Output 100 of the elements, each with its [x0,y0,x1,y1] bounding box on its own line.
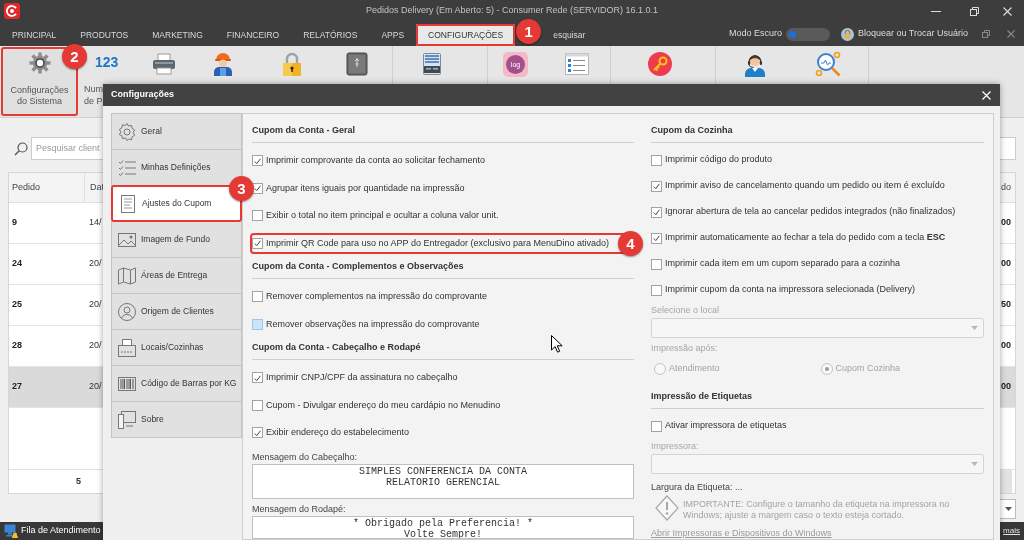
checkbox[interactable] [252,155,263,167]
more-link[interactable]: mais [1003,525,1020,537]
person-icon [117,301,137,322]
checkbox-label[interactable]: Imprimir automaticamente ao fechar a tela do pedido com a tecla ESC [665,231,946,245]
menu-tab[interactable]: FINANCEIRO [214,24,292,46]
checkbox-label[interactable]: Imprimir código do produto [665,153,773,167]
nav-item[interactable]: Geral [111,113,242,150]
toolbar-label: Num de P [84,83,103,107]
checkbox-label[interactable]: Exibir endereço do estabelecimento [266,426,410,440]
menu-tab[interactable]: CONFIGURAÇÕES [416,24,516,46]
dark-mode-toggle[interactable] [785,27,830,41]
menu-tab[interactable]: PRODUTOS [68,24,141,46]
nav-item[interactable]: Código de Barras por KG [111,365,242,402]
checkbox[interactable] [651,180,662,192]
table-cell-text: 25 [11,298,22,312]
checkbox[interactable] [651,232,662,244]
checkbox[interactable] [252,237,263,249]
numbers-button[interactable]: 123 [95,55,119,69]
table-cell-text: 24 [11,257,22,271]
checkbox-label[interactable]: Imprimir cupom da conta na impressora selecionada (Delivery) [665,283,916,297]
menu-tab[interactable]: RELATÓRIOS [291,24,370,46]
checkbox-label[interactable]: Remover observações na impressão do comprovante [266,317,480,331]
checkbox[interactable] [252,372,263,384]
search-icon [14,141,28,156]
checkbox-label[interactable]: Imprimir CNPJ/CPF da assinatura no cabeçalho [266,371,458,385]
key-icon[interactable] [648,52,672,76]
checkbox-label[interactable]: Imprimir cada item em um cupom separado para a cozinha [665,257,901,271]
checkbox-label[interactable]: Ignorar abertura de tela ao cancelar pedidos integrados (não finalizados) [665,205,956,219]
monitor-bell-icon[interactable] [4,524,18,538]
message-field[interactable]: SIMPLES CONFERENCIA DA CONTA RELATORIO GERENCIAL [252,463,634,499]
table-cell-text: 20/ [88,339,102,353]
menu-tab[interactable]: PRINCIPAL [0,24,69,46]
checkmark-icon [653,209,660,215]
checkmark-icon [254,240,261,247]
checkbox[interactable] [651,206,662,218]
magnifier-icon[interactable] [815,51,841,77]
checkbox[interactable] [651,420,662,432]
scrollbar-thumb[interactable] [1000,470,1012,493]
checkbox[interactable] [651,284,662,296]
search-field[interactable] [1000,137,1016,160]
printer-icon[interactable] [152,53,176,75]
table-cell: 00 [1000,216,1011,230]
server-icon[interactable] [421,52,443,76]
gear-icon [117,121,137,142]
document-icon [118,193,138,214]
lock-user-link[interactable]: Bloquear ou Trocar Usuário [857,27,968,41]
menu-tab[interactable]: MARKETING [140,24,215,46]
warning-icon [655,495,679,521]
field-label: Impressão após: [651,342,718,355]
step-badge: 1 [516,19,542,44]
checkbox[interactable] [651,154,662,166]
list-window-icon[interactable] [565,53,589,75]
printer-icon [117,337,137,358]
drive-icon[interactable] [346,52,368,76]
menu-tab[interactable]: esquisar [541,24,598,46]
checkbox[interactable] [252,399,263,411]
nav-item[interactable]: Locais/Cozinhas [111,329,242,366]
checkbox[interactable] [651,258,662,270]
restore-icon[interactable] [970,6,979,16]
checkbox-label[interactable]: Imprimir comprovante da conta ao solicitar fechamento [266,154,486,168]
padlock-icon[interactable] [281,52,303,76]
nav-item[interactable]: Áreas de Entrega [111,257,242,294]
table-footer-cell-text: 5 [76,474,82,488]
checkbox[interactable] [252,291,263,303]
dropdown[interactable] [1000,499,1016,519]
worker-icon[interactable] [211,52,235,76]
checkmark-icon [254,374,261,381]
lock-icon[interactable] [840,27,854,41]
checkbox-label[interactable]: Imprimir QR Code para uso no APP do Entregador (exclusivo para MenuDino ativado) [266,236,609,250]
table-cell-text: 27 [11,380,22,394]
table-row[interactable]: 27 20/ [9,367,103,408]
section-heading: Cupom da Conta - Cabeçalho e Rodapé [252,341,421,354]
column-header[interactable]: Pedido [9,180,41,195]
queue-label[interactable]: Fila de Atendimento [21,524,101,538]
table-row[interactable]: 00 [1000,367,1015,408]
checkbox[interactable] [252,210,263,222]
message-field[interactable]: * Obrigado pela Preferencia! * Volte Sempre! [252,515,634,539]
section-heading: Impressão de Etiquetas [651,390,753,403]
checkbox[interactable] [252,182,263,194]
map-icon [117,265,137,286]
warning-note: IMPORTANTE: Configure o tamanho da etiqueta na impressora no Windows; ajuste a margem caso o texto esteja cortado. [683,498,951,521]
checkbox-label[interactable]: Cupom - Divulgar endereço do meu cardápio no Menudino [266,398,501,412]
menu-tab[interactable]: APPS [369,24,417,46]
nav-item[interactable]: Sobre [111,401,242,438]
field-label: Mensagem do Rodapé: [252,502,346,516]
checkmark-icon [653,183,660,189]
checkbox-label[interactable]: Imprimir aviso de cancelamento quando um pedido ou item é excluído [665,179,945,193]
checkbox-label[interactable]: Ativar impressora de etiquetas [665,419,787,433]
checkbox-label[interactable]: Agrupar itens iguais por quantidade na impressão [266,181,465,195]
label-width-text: Largura da Etiqueta: ... [651,481,743,494]
checkbox-label[interactable]: Exibir o total no item principal e ocultar a coluna valor unit. [266,209,499,223]
window-title: Pedidos Delivery (Em Aberto: 5) - Consumer Rede (SERVIDOR) 16.1.0.1 [366,4,658,18]
checkbox-label[interactable]: Remover complementos na impressão do comprovante [266,290,488,304]
table-cell: 00 [1000,380,1011,394]
checkbox[interactable] [252,427,263,439]
dark-mode-label: Modo Escuro [728,27,782,41]
checkbox[interactable] [252,318,263,330]
field-label: Selecione o local [651,304,720,317]
nav-item[interactable]: Origem de Clientes [111,293,242,330]
table-cell-text: 14/ [88,216,102,230]
